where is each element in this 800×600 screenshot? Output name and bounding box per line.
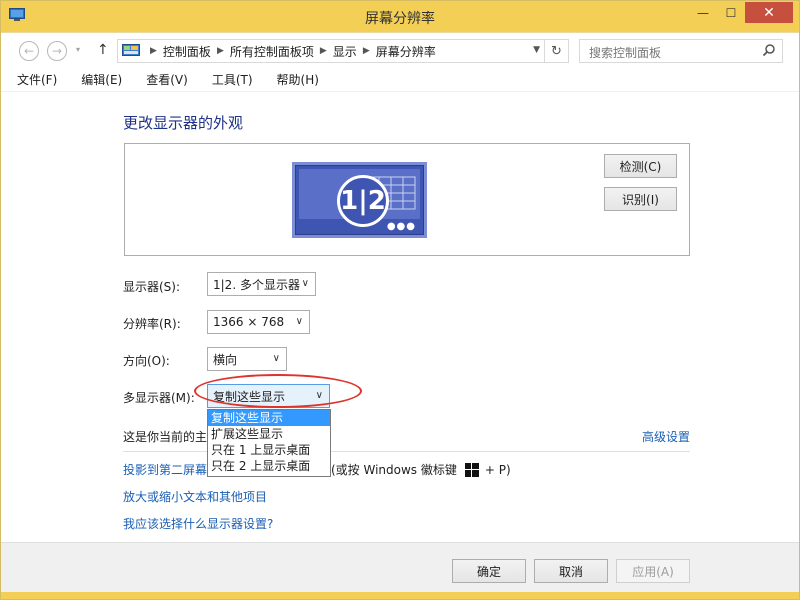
window-frame: 屏幕分辨率 — ☐ ✕ ← → ▾ ↑ ▶ 控制面板 ▶ 所有控制面板项 ▶ 显… bbox=[0, 0, 800, 600]
forward-button[interactable]: → bbox=[47, 41, 67, 61]
control-panel-icon bbox=[122, 44, 140, 56]
annotation-ellipse bbox=[194, 374, 362, 408]
close-button[interactable]: ✕ bbox=[745, 2, 793, 23]
display-select-value: 1|2. 多个显示器 bbox=[213, 277, 300, 292]
search-icon[interactable] bbox=[762, 43, 776, 57]
window-title: 屏幕分辨率 bbox=[365, 11, 435, 27]
multiple-displays-label: 多显示器(M): bbox=[123, 391, 195, 405]
monitor-preview[interactable]: 1|2 ●●● bbox=[292, 162, 427, 238]
which-settings-link[interactable]: 我应该选择什么显示器设置? bbox=[123, 515, 273, 532]
refresh-button[interactable]: ↻ bbox=[544, 40, 568, 62]
breadcrumb-screen-resolution[interactable]: 屏幕分辨率 bbox=[376, 43, 436, 60]
display-label: 显示器(S): bbox=[123, 280, 181, 294]
resolution-label: 分辨率(R): bbox=[123, 317, 181, 331]
project-second-screen-link[interactable]: 投影到第二屏幕 bbox=[123, 461, 207, 478]
orientation-select-value: 横向 bbox=[213, 352, 238, 367]
apply-button[interactable]: 应用(A) bbox=[616, 559, 690, 583]
up-button[interactable]: ↑ bbox=[97, 42, 109, 58]
monitor-screen: 1|2 bbox=[299, 169, 420, 227]
recent-locations-button[interactable]: ▾ bbox=[76, 45, 80, 54]
address-history-dropdown-icon[interactable]: ▼ bbox=[533, 45, 540, 55]
orientation-select[interactable]: 横向 ∨ bbox=[207, 347, 287, 371]
primary-display-text: 这是你当前的主 bbox=[123, 430, 208, 444]
breadcrumb-separator-icon[interactable]: ▶ bbox=[363, 46, 370, 56]
project-shortcut-text-end: + P) bbox=[484, 462, 511, 477]
option-only-1[interactable]: 只在 1 上显示桌面 bbox=[208, 442, 330, 458]
monitor-dots-icon: ●●● bbox=[386, 221, 416, 232]
breadcrumb-all-items[interactable]: 所有控制面板项 bbox=[230, 43, 314, 60]
orientation-label: 方向(O): bbox=[123, 354, 170, 368]
breadcrumb-separator-icon[interactable]: ▶ bbox=[217, 46, 224, 56]
title-bar[interactable]: 屏幕分辨率 — ☐ ✕ bbox=[1, 1, 799, 32]
minimize-button[interactable]: — bbox=[689, 2, 717, 23]
option-duplicate[interactable]: 复制这些显示 bbox=[208, 410, 330, 426]
search-placeholder: 搜索控制面板 bbox=[589, 46, 662, 60]
resolution-select-value: 1366 × 768 bbox=[213, 315, 285, 329]
menu-edit[interactable]: 编辑(E) bbox=[75, 69, 128, 90]
menu-view[interactable]: 查看(V) bbox=[140, 69, 194, 90]
ok-button[interactable]: 确定 bbox=[452, 559, 526, 583]
windows-logo-icon bbox=[464, 462, 479, 477]
multiple-displays-dropdown: 复制这些显示 扩展这些显示 只在 1 上显示桌面 只在 2 上显示桌面 bbox=[207, 409, 331, 477]
detect-button[interactable]: 检测(C) bbox=[604, 154, 677, 178]
search-input[interactable]: 搜索控制面板 bbox=[579, 39, 783, 63]
cancel-button[interactable]: 取消 bbox=[534, 559, 608, 583]
project-shortcut-text: (或按 Windows 徽标键 + P) bbox=[331, 461, 511, 478]
advanced-settings-link[interactable]: 高级设置 bbox=[642, 428, 690, 445]
option-extend[interactable]: 扩展这些显示 bbox=[208, 426, 330, 442]
chevron-down-icon: ∨ bbox=[301, 278, 309, 289]
chevron-down-icon: ∨ bbox=[295, 316, 303, 327]
resolution-select[interactable]: 1366 × 768 ∨ bbox=[207, 310, 310, 334]
main-content: 更改显示器的外观 1|2 ●●● 检测(C) 识别(I) 显示器(S): 1|2… bbox=[1, 92, 799, 542]
dialog-footer: 确定 取消 应用(A) bbox=[1, 542, 799, 592]
back-button[interactable]: ← bbox=[19, 41, 39, 61]
breadcrumb-control-panel[interactable]: 控制面板 bbox=[163, 43, 211, 60]
breadcrumb-separator-icon: ▶ bbox=[150, 46, 157, 56]
project-shortcut-text-start: (或按 Windows 徽标键 bbox=[331, 463, 457, 477]
display-select[interactable]: 1|2. 多个显示器 ∨ bbox=[207, 272, 316, 296]
menu-file[interactable]: 文件(F) bbox=[11, 69, 63, 90]
address-bar[interactable]: ▶ 控制面板 ▶ 所有控制面板项 ▶ 显示 ▶ 屏幕分辨率 ▼ ↻ bbox=[117, 39, 569, 63]
menu-tools[interactable]: 工具(T) bbox=[206, 69, 259, 90]
breadcrumb-display[interactable]: 显示 bbox=[333, 43, 357, 60]
monitor-number: 1|2 bbox=[337, 175, 389, 227]
maximize-button[interactable]: ☐ bbox=[717, 2, 745, 23]
refresh-icon: ↻ bbox=[551, 43, 562, 59]
text-size-link[interactable]: 放大或缩小文本和其他项目 bbox=[123, 488, 267, 505]
page-title: 更改显示器的外观 bbox=[123, 114, 244, 132]
breadcrumb-separator-icon[interactable]: ▶ bbox=[320, 46, 327, 56]
option-only-2[interactable]: 只在 2 上显示桌面 bbox=[208, 458, 330, 474]
menu-help[interactable]: 帮助(H) bbox=[271, 69, 325, 90]
menu-bar: 文件(F) 编辑(E) 查看(V) 工具(T) 帮助(H) bbox=[1, 68, 799, 92]
navigation-bar: ← → ▾ ↑ ▶ 控制面板 ▶ 所有控制面板项 ▶ 显示 ▶ 屏幕分辨率 ▼ … bbox=[1, 32, 799, 68]
chevron-down-icon: ∨ bbox=[272, 353, 280, 364]
identify-button[interactable]: 识别(I) bbox=[604, 187, 677, 211]
